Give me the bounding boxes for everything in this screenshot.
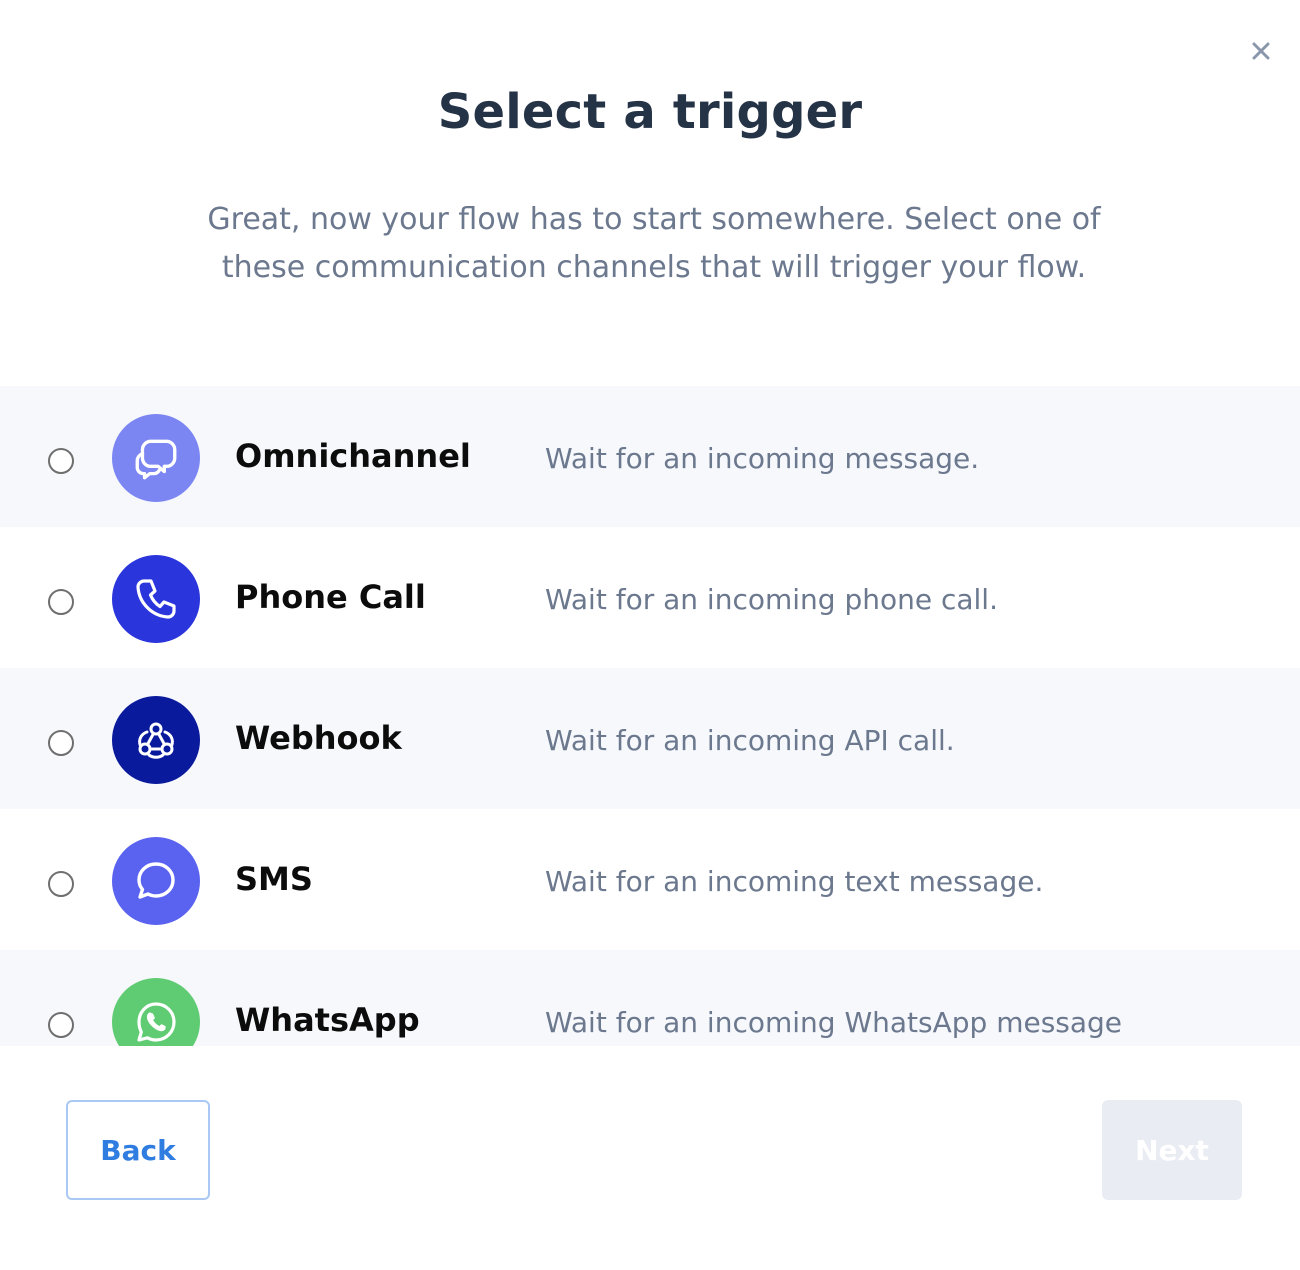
radio-phone-call[interactable] xyxy=(48,589,74,615)
radio-omnichannel[interactable] xyxy=(48,448,74,474)
next-button[interactable]: Next xyxy=(1102,1100,1242,1200)
back-button[interactable]: Back xyxy=(66,1100,210,1200)
phone-icon xyxy=(112,555,200,643)
option-label: WhatsApp xyxy=(235,1001,420,1039)
message-bubble-icon xyxy=(112,837,200,925)
option-label: SMS xyxy=(235,860,313,898)
trigger-option-phone-call[interactable]: Phone Call Wait for an incoming phone ca… xyxy=(0,527,1300,668)
option-label: Omnichannel xyxy=(235,437,471,475)
option-label: Webhook xyxy=(235,719,402,757)
option-description: Wait for an incoming message. xyxy=(545,442,980,475)
close-button[interactable] xyxy=(1244,36,1278,70)
option-label: Phone Call xyxy=(235,578,426,616)
dialog-title: Select a trigger xyxy=(437,84,863,140)
option-description: Wait for an incoming text message. xyxy=(545,865,1044,898)
chat-bubbles-icon xyxy=(112,414,200,502)
trigger-option-webhook[interactable]: Webhook Wait for an incoming API call. xyxy=(0,668,1300,809)
radio-sms[interactable] xyxy=(48,871,74,897)
webhook-icon xyxy=(112,696,200,784)
option-description: Wait for an incoming API call. xyxy=(545,724,955,757)
radio-webhook[interactable] xyxy=(48,730,74,756)
option-description: Wait for an incoming WhatsApp message xyxy=(545,1006,1123,1039)
trigger-option-sms[interactable]: SMS Wait for an incoming text message. xyxy=(0,809,1300,950)
trigger-option-omnichannel[interactable]: Omnichannel Wait for an incoming message… xyxy=(0,386,1300,527)
whatsapp-icon xyxy=(112,978,200,1046)
trigger-option-whatsapp[interactable]: WhatsApp Wait for an incoming WhatsApp m… xyxy=(0,950,1300,1046)
radio-whatsapp[interactable] xyxy=(48,1012,74,1038)
trigger-option-list: Omnichannel Wait for an incoming message… xyxy=(0,386,1300,1046)
close-icon xyxy=(1252,42,1270,64)
option-description: Wait for an incoming phone call. xyxy=(545,583,998,616)
dialog-subtitle: Great, now your flow has to start somewh… xyxy=(207,202,1101,285)
